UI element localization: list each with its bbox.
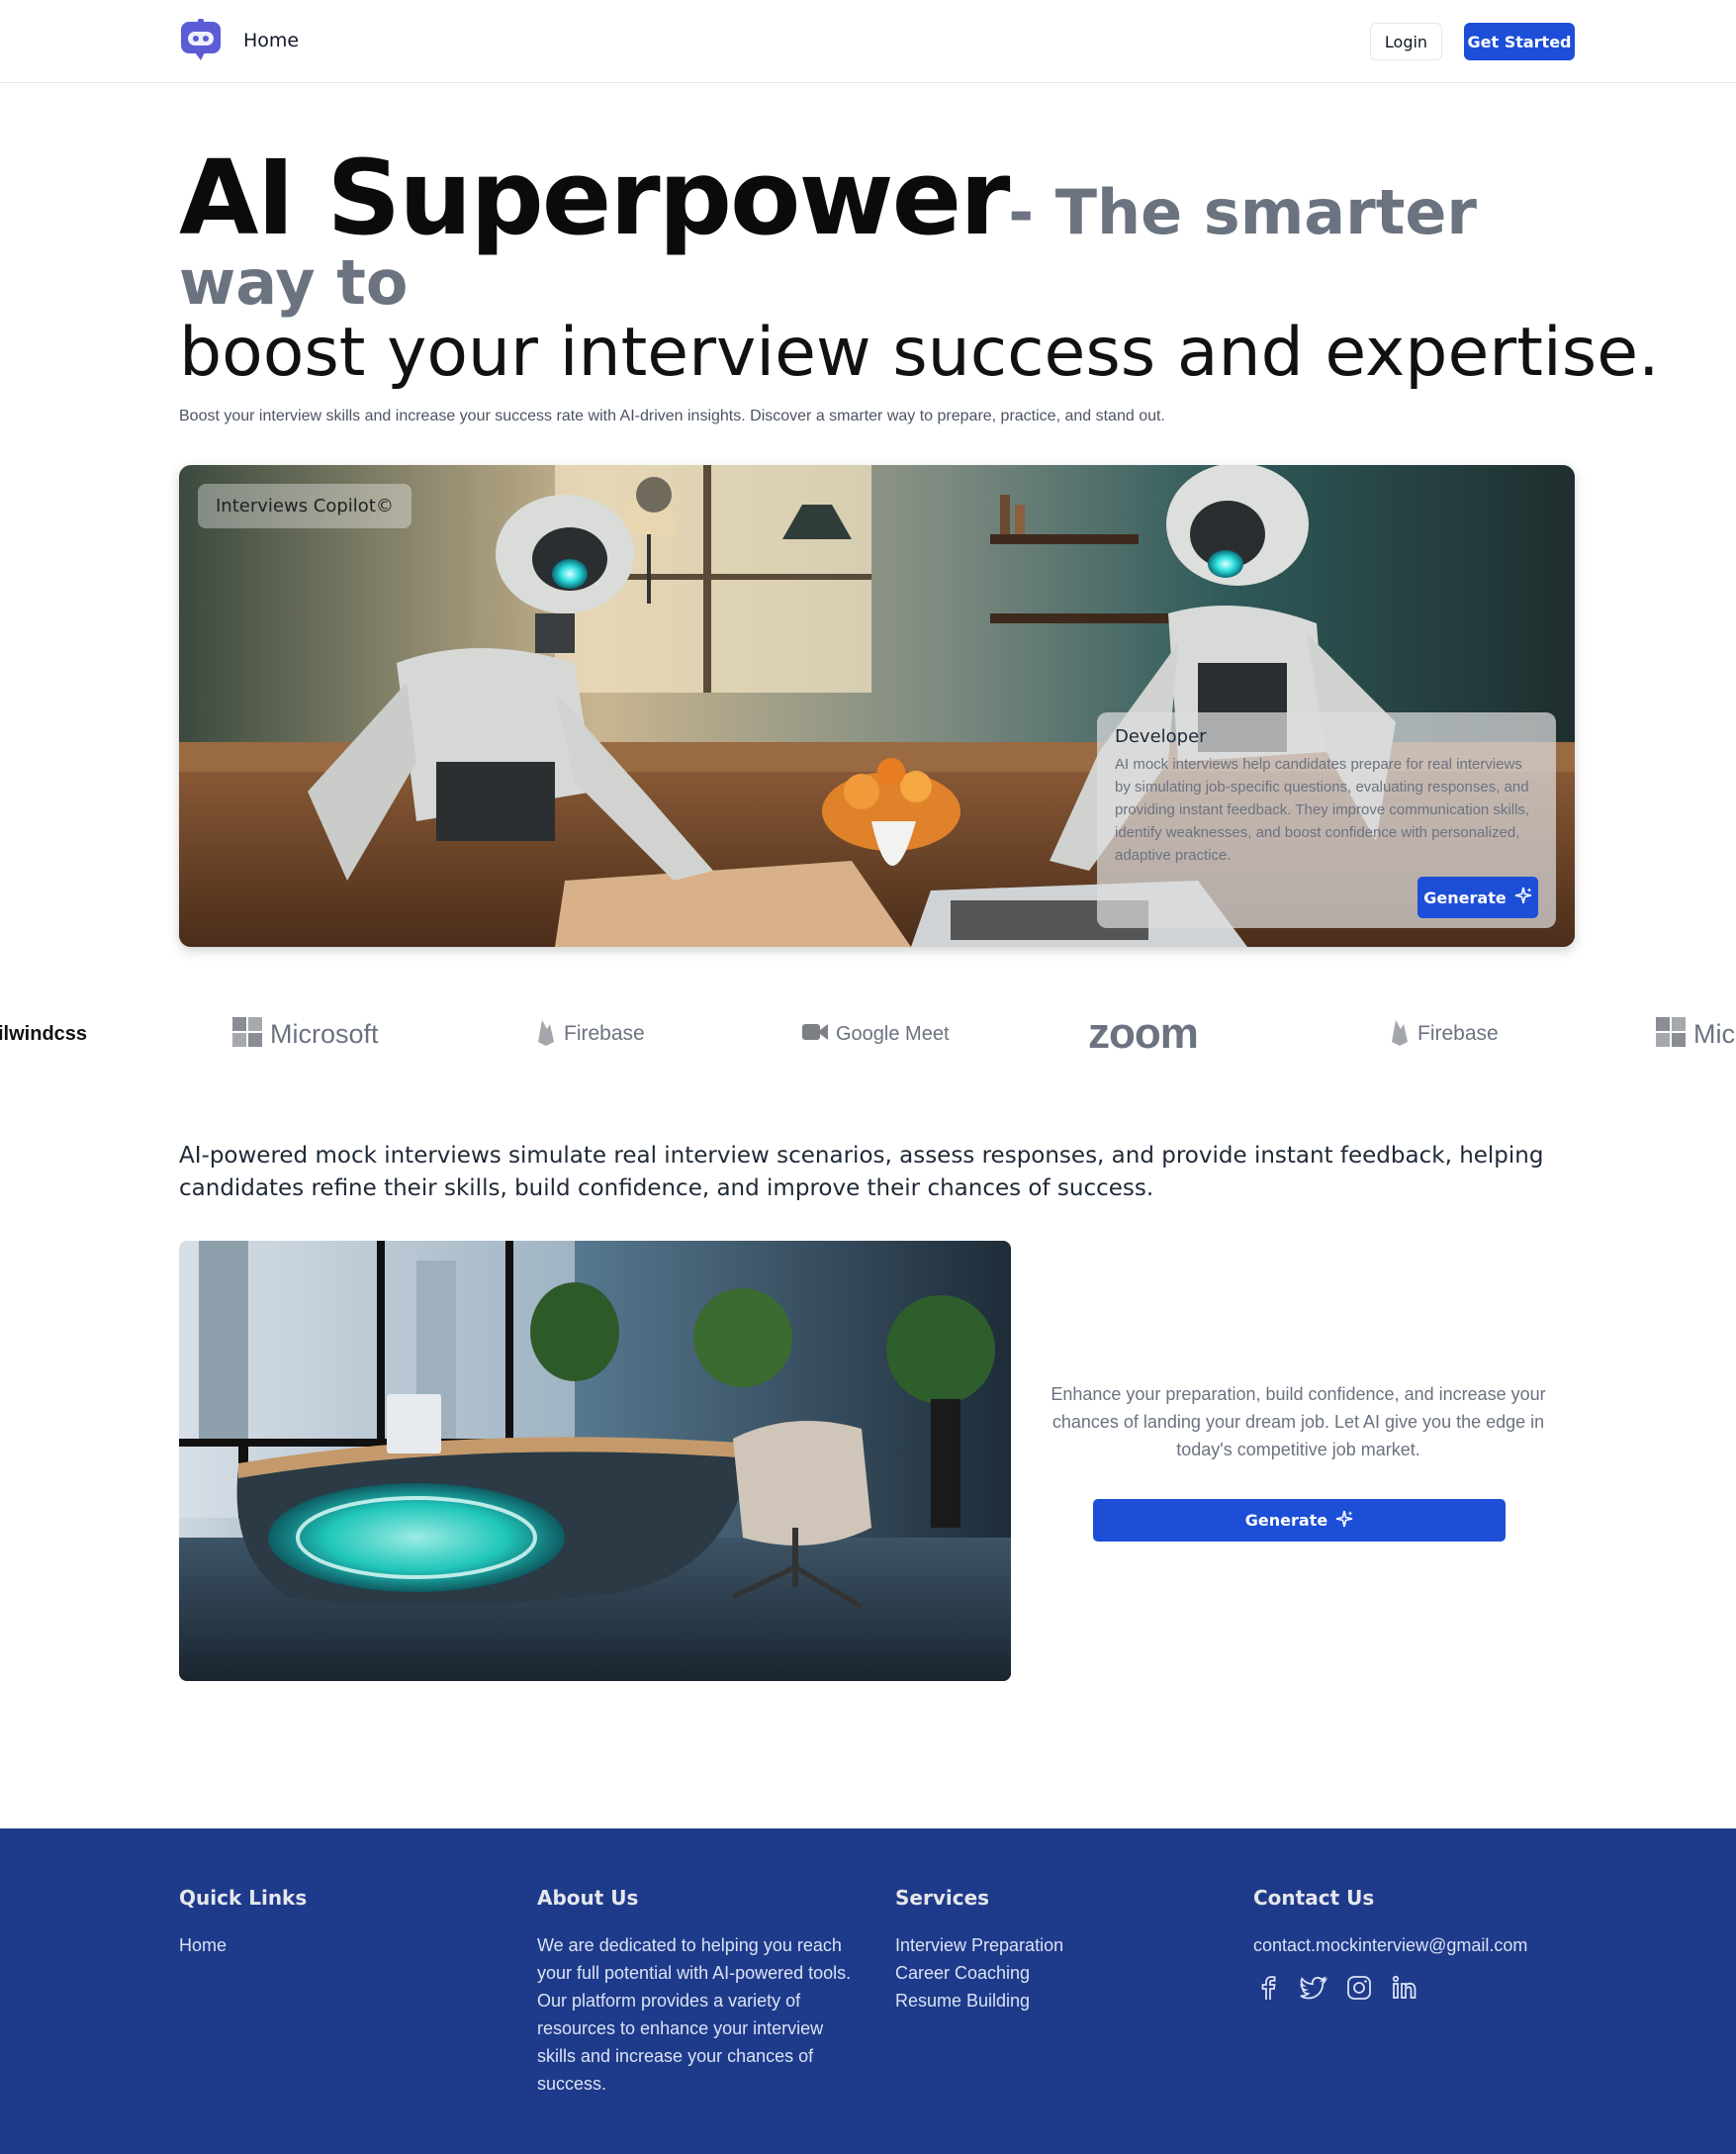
social-links — [1253, 1973, 1527, 2003]
hero-title-main: AI Superpower — [179, 138, 1010, 258]
footer-quick-links: Quick Links Home — [179, 1886, 307, 1959]
facebook-icon[interactable] — [1253, 1973, 1283, 2003]
developer-card-title: Developer — [1115, 726, 1207, 747]
service-resume-building[interactable]: Resume Building — [895, 1987, 1063, 2014]
sparkles-icon — [1335, 1510, 1353, 1532]
firebase-icon — [1390, 1018, 1410, 1051]
service-interview-preparation[interactable]: Interview Preparation — [895, 1931, 1063, 1959]
google-meet-logo: Google Meet — [802, 999, 950, 1069]
linkedin-icon[interactable] — [1390, 1973, 1419, 2003]
generate-button-label: Generate — [1423, 888, 1507, 907]
hero-title: AI Superpower- The smarter — [179, 146, 1584, 249]
microsoft-logo: Microsoft — [232, 999, 379, 1069]
hero-title-tagline-2: way to — [179, 246, 409, 319]
contact-email[interactable]: contact.mockinterview@gmail.com — [1253, 1931, 1527, 1959]
hero-generate-button[interactable]: Generate — [1417, 877, 1538, 918]
tailwindcss-logo: ilwindcss — [0, 1022, 88, 1045]
sparkles-icon — [1514, 887, 1532, 908]
generate-button-label: Generate — [1244, 1511, 1328, 1530]
footer-services: Services Interview Preparation Career Co… — [895, 1886, 1063, 2014]
twitter-icon[interactable] — [1299, 1973, 1328, 2003]
microsoft-logo-2: Micr — [1656, 999, 1736, 1069]
feature-side-text: Enhance your preparation, build confiden… — [1051, 1384, 1546, 1459]
hero-title-line-3: boost your interview success and experti… — [179, 314, 1660, 392]
about-text: We are dedicated to helping you reach yo… — [537, 1935, 852, 2094]
services-heading: Services — [895, 1886, 990, 1910]
nav-home-link[interactable]: Home — [243, 30, 299, 51]
google-meet-icon — [802, 1022, 828, 1047]
hero-title-tagline: - The smarter — [1008, 176, 1477, 248]
footer-link-home[interactable]: Home — [179, 1931, 307, 1959]
developer-card-text: AI mock interviews help candidates prepa… — [1115, 756, 1530, 864]
get-started-button[interactable]: Get Started — [1464, 23, 1575, 60]
futuristic-office-desk-image — [179, 1241, 1011, 1681]
footer-about: About Us We are dedicated to helping you… — [537, 1886, 854, 2098]
service-career-coaching[interactable]: Career Coaching — [895, 1959, 1063, 1987]
footer-contact: Contact Us contact.mockinterview@gmail.c… — [1253, 1886, 1527, 2003]
feature-description: AI-powered mock interviews simulate real… — [179, 1143, 1544, 1201]
zoom-logo: zoom — [1088, 1009, 1199, 1058]
about-heading: About Us — [537, 1886, 639, 1910]
login-button[interactable]: Login — [1370, 23, 1442, 60]
interviews-copilot-badge: Interviews Copilot© — [198, 484, 411, 528]
microsoft-icon — [232, 1016, 262, 1052]
firebase-logo: Firebase — [536, 999, 645, 1069]
instagram-icon[interactable] — [1344, 1973, 1374, 2003]
contact-heading: Contact Us — [1253, 1886, 1375, 1910]
firebase-icon — [536, 1018, 556, 1051]
developer-card: Developer AI mock interviews help candid… — [1097, 712, 1556, 928]
firebase-logo-2: Firebase — [1390, 999, 1499, 1069]
microsoft-icon — [1656, 1016, 1686, 1052]
top-navbar: Home Login Get Started — [0, 0, 1736, 83]
partner-logos-strip: ilwindcss Microsoft Firebase Google Meet… — [0, 999, 1736, 1069]
feature-generate-button[interactable]: Generate — [1093, 1499, 1506, 1542]
robot-logo-icon[interactable] — [179, 19, 223, 62]
hero-subtitle: Boost your interview skills and increase… — [179, 408, 1165, 424]
quick-links-heading: Quick Links — [179, 1886, 308, 1910]
